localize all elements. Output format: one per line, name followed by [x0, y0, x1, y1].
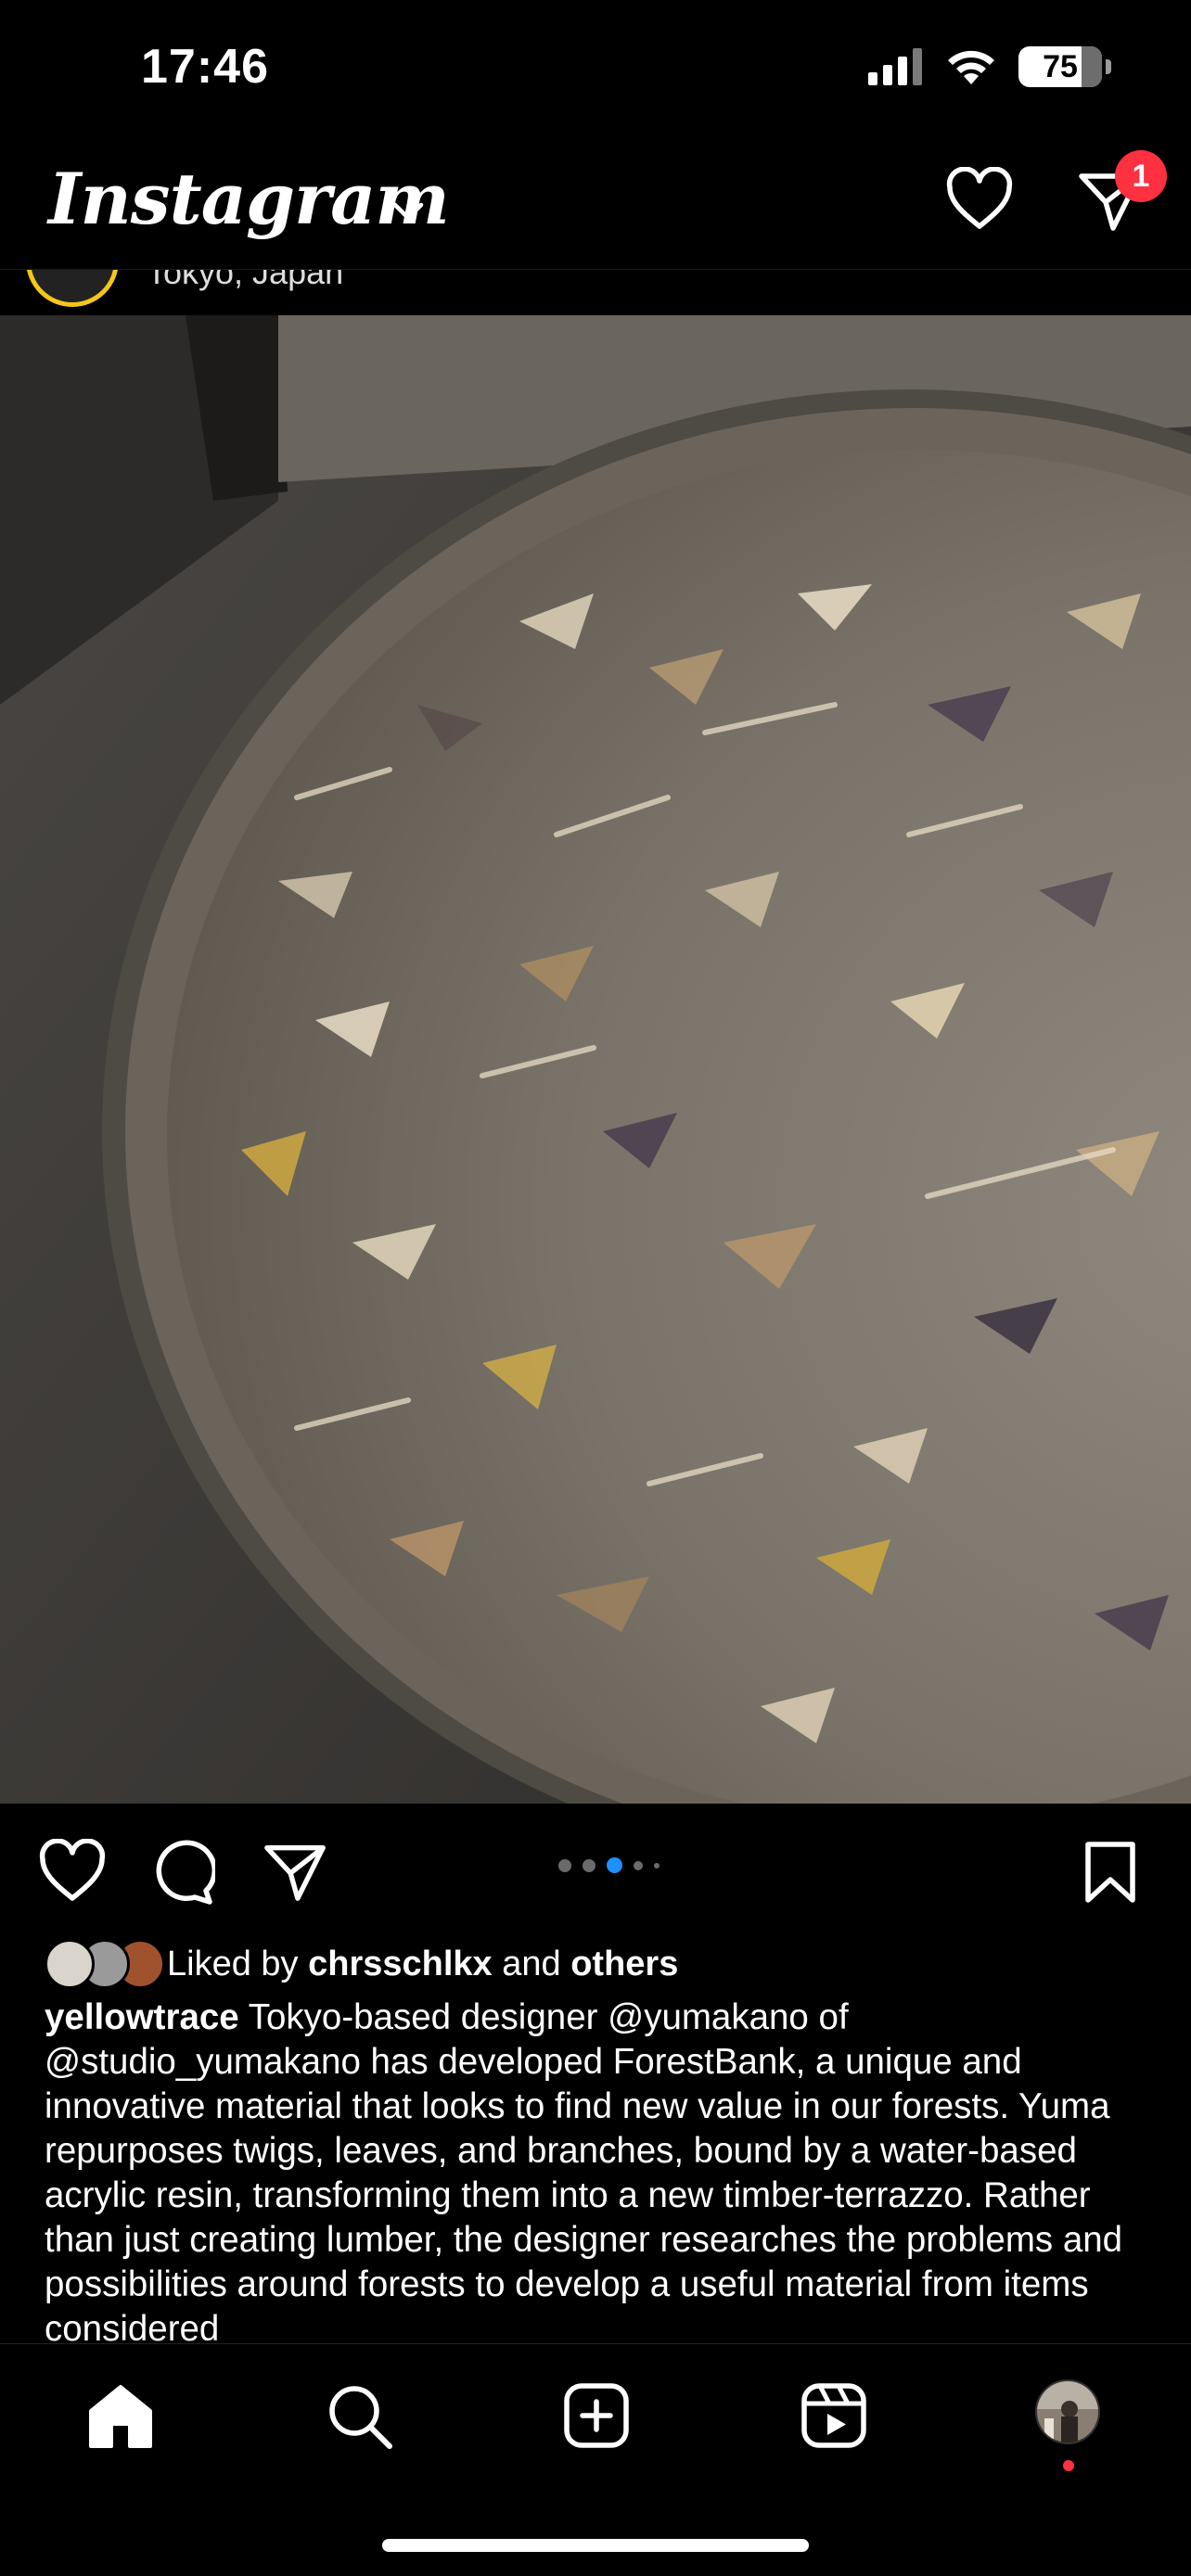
- notification-badge: 1: [1115, 150, 1167, 202]
- profile-notification-dot: [1063, 2460, 1074, 2471]
- reels-icon[interactable]: [800, 2381, 868, 2450]
- profile-avatar[interactable]: [1035, 2379, 1100, 2444]
- status-icons: 75: [868, 46, 1111, 87]
- post-actions: [0, 1804, 1191, 1933]
- caption-username[interactable]: yellowtrace: [45, 1997, 239, 2037]
- carousel-dot: [634, 1860, 643, 1870]
- likes-row[interactable]: Liked by chrsschlkx and others: [45, 1936, 678, 1992]
- status-time: 17:46: [141, 40, 269, 94]
- likes-text: Liked by chrsschlkx and others: [167, 1945, 678, 1984]
- carousel-dot-active: [607, 1857, 622, 1873]
- post-author-avatar[interactable]: [26, 270, 119, 307]
- comment-icon[interactable]: [148, 1839, 215, 1906]
- carousel-indicator: [558, 1857, 660, 1873]
- caption-text: Tokyo-based designer @yumakano of @studi…: [45, 1997, 1123, 2343]
- battery-icon: 75: [1018, 46, 1111, 87]
- liker-username[interactable]: chrsschlkx: [308, 1945, 493, 1983]
- post-photo[interactable]: [0, 315, 1191, 1804]
- carousel-dot: [583, 1858, 596, 1872]
- battery-level: 75: [1043, 49, 1078, 84]
- bookmark-icon[interactable]: [1081, 1839, 1140, 1906]
- carousel-dot: [654, 1862, 660, 1868]
- heart-icon[interactable]: [944, 167, 1015, 232]
- likes-prefix: Liked by: [167, 1944, 299, 1983]
- like-heart-icon[interactable]: [37, 1839, 108, 1904]
- status-bar: 17:46 75: [0, 0, 1191, 139]
- home-icon[interactable]: [85, 2381, 156, 2452]
- likes-others[interactable]: others: [570, 1945, 678, 1983]
- post-caption[interactable]: yellowtrace Tokyo-based designer @yumaka…: [45, 1996, 1158, 2343]
- carousel-dot: [558, 1858, 571, 1872]
- liker-avatar: [45, 1939, 95, 1989]
- cellular-signal-icon: [868, 48, 922, 85]
- profile-photo: [1037, 2381, 1098, 2442]
- share-icon[interactable]: [262, 1839, 328, 1906]
- app-header: Instagram 1: [0, 139, 1191, 269]
- post-location[interactable]: Tokyo, Japan: [147, 270, 343, 292]
- post-header: Tokyo, Japan: [0, 269, 1191, 315]
- wifi-icon: [948, 50, 994, 84]
- liker-avatars: [45, 1939, 167, 1989]
- terrazzo-table-image: [0, 315, 1191, 1804]
- chevron-down-icon[interactable]: [391, 200, 425, 223]
- create-icon[interactable]: [562, 2381, 631, 2450]
- instagram-logo[interactable]: Instagram: [48, 158, 450, 240]
- likes-connector: and: [502, 1944, 561, 1983]
- search-icon[interactable]: [325, 2381, 395, 2452]
- home-indicator[interactable]: [382, 2539, 809, 2552]
